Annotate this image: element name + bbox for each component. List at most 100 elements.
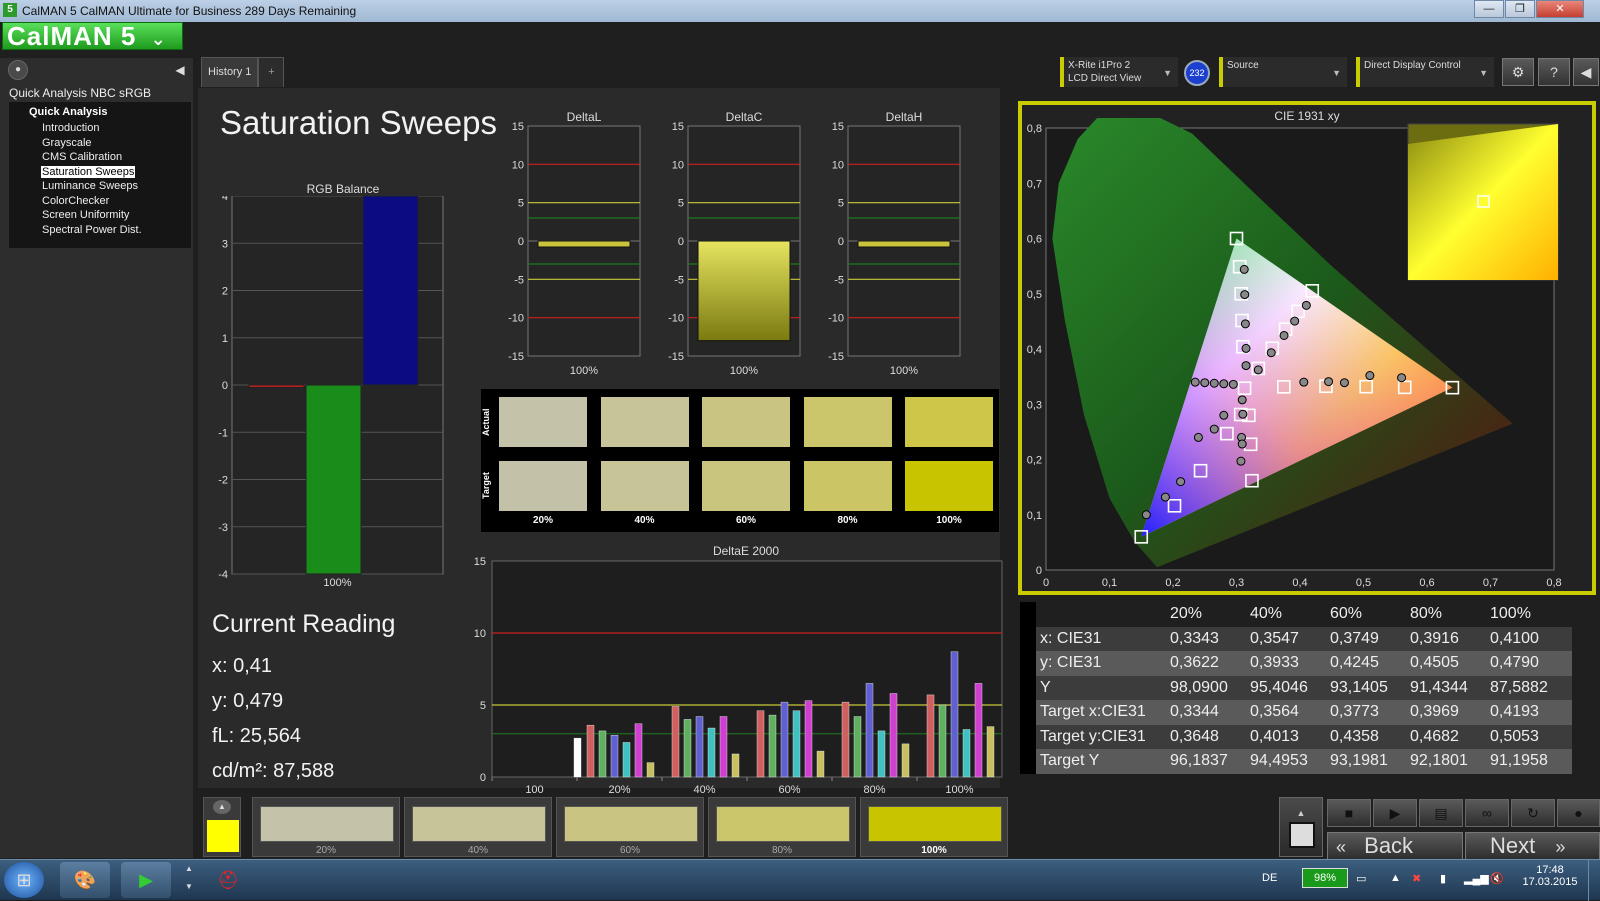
language-indicator[interactable]: DE bbox=[1262, 872, 1277, 884]
minimize-button[interactable]: — bbox=[1474, 0, 1504, 18]
calman-logo-menu[interactable]: CalMAN 5 ⌄ bbox=[2, 22, 183, 50]
y-tick-label: 0,4 bbox=[1027, 344, 1042, 356]
table-cell: 0,4505 bbox=[1410, 654, 1459, 671]
swatch-label: 80% bbox=[837, 515, 858, 526]
wifi-icon[interactable]: ▮ bbox=[1440, 872, 1446, 885]
table-cell: 92,1801 bbox=[1410, 752, 1468, 769]
start-button[interactable]: ⊞ bbox=[4, 862, 44, 898]
help-icon[interactable]: ? bbox=[1538, 58, 1570, 86]
add-tab-button[interactable]: + bbox=[258, 57, 285, 87]
x-tick-label: 40% bbox=[693, 784, 715, 795]
y-tick-label: 10 bbox=[672, 159, 684, 171]
row-label: Target x:CIE31 bbox=[1040, 703, 1146, 720]
y-tick-label: 3 bbox=[222, 238, 228, 250]
tree-item-spectral-power[interactable]: Spectral Power Dist. bbox=[9, 223, 191, 238]
battery-icon[interactable]: ▭ bbox=[1356, 872, 1366, 885]
stop-button[interactable]: ▲ bbox=[1279, 797, 1323, 857]
actual-marker bbox=[1241, 361, 1251, 371]
table-cell: 0,3564 bbox=[1250, 703, 1299, 720]
battery-indicator[interactable]: 98% bbox=[1302, 868, 1348, 888]
deltae-bar bbox=[610, 735, 619, 778]
bottom-swatch-color bbox=[564, 806, 698, 842]
table-cell: 0,3547 bbox=[1250, 629, 1299, 647]
show-desktop-button[interactable] bbox=[1588, 860, 1600, 901]
bottom-swatch-label: 40% bbox=[467, 845, 488, 856]
clock[interactable]: 17:48 17.03.2015 bbox=[1520, 864, 1580, 888]
y-tick-label: -10 bbox=[828, 313, 844, 325]
stop-measure-button[interactable]: ■ bbox=[1327, 799, 1371, 827]
close-button[interactable]: ✕ bbox=[1536, 0, 1584, 18]
bottom-swatch[interactable]: 20% bbox=[252, 797, 400, 857]
bottom-swatch-color bbox=[412, 806, 546, 842]
y-tick-label: 0,5 bbox=[1027, 289, 1042, 301]
play-button[interactable]: ▶ bbox=[1373, 799, 1417, 827]
maximize-button[interactable]: ❐ bbox=[1505, 0, 1535, 18]
deltae-bar bbox=[573, 737, 582, 778]
deltae-bar bbox=[683, 719, 692, 778]
signal-icon[interactable]: ▂▄▆ bbox=[1464, 872, 1489, 885]
save-icon[interactable]: ▤ bbox=[1419, 799, 1463, 827]
scroll-up-icon[interactable]: ▲ bbox=[213, 800, 231, 814]
paint-app-icon[interactable]: 🎨 bbox=[60, 862, 110, 898]
bottom-swatch[interactable]: 80% bbox=[708, 797, 856, 857]
tree-item-introduction[interactable]: Introduction bbox=[9, 121, 191, 136]
tree-item-luminance-sweeps[interactable]: Luminance Sweeps bbox=[9, 179, 191, 194]
display-selector[interactable]: Direct Display Control ▼ bbox=[1356, 57, 1494, 87]
current-color-swatch bbox=[207, 820, 239, 852]
collapse-left-icon[interactable]: ◀ bbox=[170, 60, 190, 80]
show-hidden-icon[interactable]: ▲ bbox=[1390, 872, 1401, 884]
bottom-swatch[interactable]: 40% bbox=[404, 797, 552, 857]
tree-item-screen-uniformity[interactable]: Screen Uniformity bbox=[9, 208, 191, 223]
source-selector[interactable]: Source ▼ bbox=[1219, 57, 1347, 87]
volume-icon[interactable]: 🔇 bbox=[1490, 872, 1504, 885]
y-tick-label: -5 bbox=[674, 274, 684, 286]
y-tick-label: 0,3 bbox=[1027, 399, 1042, 411]
source-label: Source bbox=[1227, 60, 1259, 71]
tab-history-1[interactable]: History 1 bbox=[201, 57, 259, 87]
actual-marker bbox=[1228, 379, 1238, 389]
table-cell: 0,3648 bbox=[1170, 727, 1219, 745]
x-tick-label: 0,8 bbox=[1546, 577, 1561, 589]
tree-root[interactable]: Quick Analysis bbox=[9, 106, 191, 118]
chevron-down-icon: ⌄ bbox=[150, 29, 167, 49]
back-button[interactable]: « Back bbox=[1327, 832, 1463, 860]
calman-app-icon[interactable]: ▶ bbox=[121, 862, 171, 898]
table-cell: 0,5053 bbox=[1490, 727, 1539, 745]
tree-item-saturation-sweeps[interactable]: Saturation Sweeps bbox=[9, 165, 191, 180]
taskbar: ⊞ 🎨 ▶ ▲ ▼ ⛑ DE 98% ▭ ▲ ✖ ▮ ▂▄▆ 🔇 17:48 17… bbox=[0, 859, 1600, 901]
current-reading-title: Current Reading bbox=[212, 610, 396, 638]
taskbar-scroll[interactable]: ▲ ▼ bbox=[182, 864, 196, 898]
tree-item-grayscale[interactable]: Grayscale bbox=[9, 136, 191, 151]
gear-icon[interactable]: ⚙ bbox=[1502, 58, 1534, 86]
y-tick-label: 0,6 bbox=[1027, 234, 1042, 246]
refresh-icon[interactable]: ↻ bbox=[1511, 799, 1555, 827]
y-tick-label: -10 bbox=[668, 313, 684, 325]
actual-marker bbox=[1176, 477, 1186, 487]
record-icon[interactable]: ● bbox=[8, 60, 28, 80]
network-icon[interactable]: ✖ bbox=[1412, 872, 1421, 885]
actual-marker bbox=[1209, 378, 1219, 388]
y-tick-label: 15 bbox=[512, 121, 524, 133]
x-tick-label: 0,6 bbox=[1419, 577, 1434, 589]
meter-selector[interactable]: X-Rite i1Pro 2 LCD Direct View ▼ bbox=[1060, 57, 1178, 87]
collapse-icon[interactable]: ◀ bbox=[1573, 58, 1599, 86]
actual-marker bbox=[1239, 264, 1249, 274]
zoom-gamut bbox=[1408, 124, 1558, 280]
tree-item-cms-calibration[interactable]: CMS Calibration bbox=[9, 150, 191, 165]
meter-badge[interactable]: 232 bbox=[1184, 60, 1210, 86]
loop-icon[interactable]: ∞ bbox=[1465, 799, 1509, 827]
bottom-swatch[interactable]: 60% bbox=[556, 797, 704, 857]
app-icon-red[interactable]: ⛑ bbox=[208, 862, 248, 898]
bottom-swatch[interactable]: 100% bbox=[860, 797, 1008, 857]
tree-item-colorchecker[interactable]: ColorChecker bbox=[9, 194, 191, 209]
row-marker bbox=[1020, 700, 1036, 725]
deltae-bar bbox=[901, 743, 910, 778]
more-icon[interactable]: ● bbox=[1557, 799, 1600, 827]
deltae-chart: 15 10 5 0 100 20% 40% 60% 80% 100% bbox=[474, 556, 1003, 795]
y-tick-label: 15 bbox=[474, 556, 486, 568]
chart-title: DeltaH bbox=[886, 110, 923, 124]
chevron-down-icon: ▼ bbox=[1332, 68, 1341, 78]
next-button[interactable]: Next » bbox=[1465, 832, 1600, 860]
rgb-balance-title: RGB Balance bbox=[306, 182, 380, 196]
deltae-bar bbox=[889, 693, 898, 778]
